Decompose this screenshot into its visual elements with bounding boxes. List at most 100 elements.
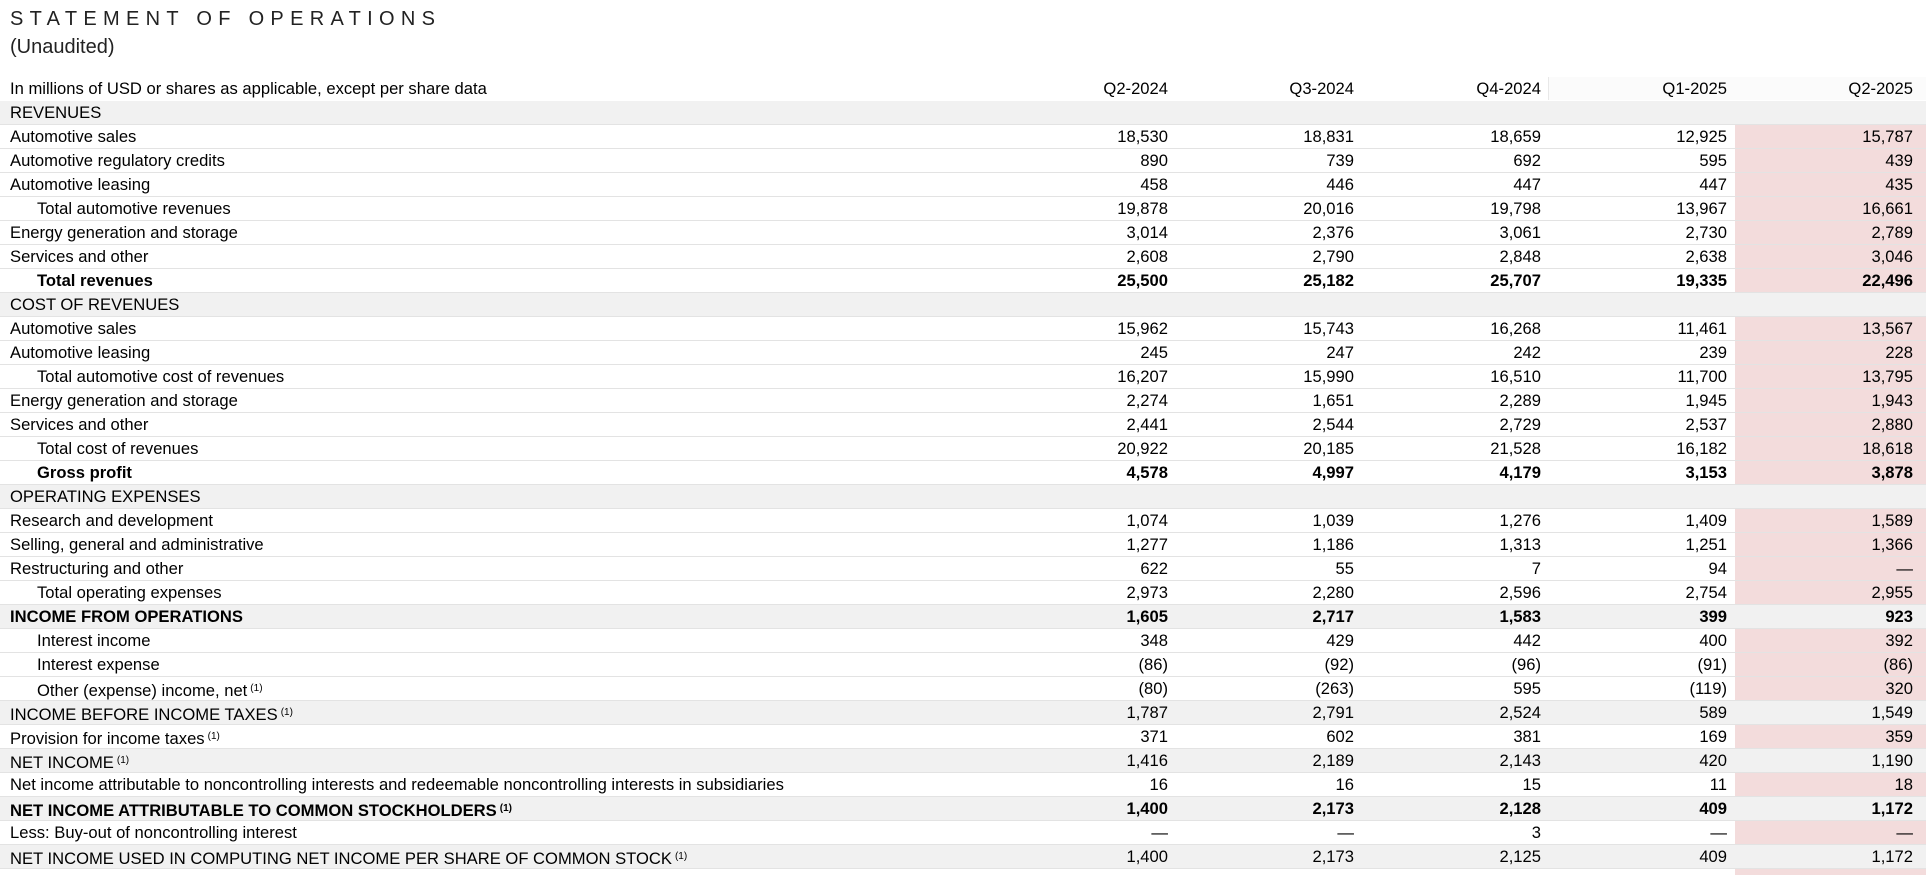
row-label: Automotive leasing [10, 341, 150, 364]
value-cell: 7 [1531, 559, 1541, 578]
row-label: REVENUES [10, 101, 101, 124]
row-label: INCOME BEFORE INCOME TAXES (1) [10, 701, 293, 726]
value-cell: 3,014 [1126, 223, 1168, 242]
value-cell: 2,791 [1312, 703, 1354, 722]
row-label-text: REVENUES [10, 103, 102, 122]
value-cell: 19,878 [1117, 199, 1168, 218]
row-label: Less: Buy-out of noncontrolling interest [10, 821, 297, 844]
value-cell: (119) [1689, 679, 1727, 698]
table-row: Services and other 2,441 2,544 2,729 2,537 2,… [0, 413, 1926, 437]
row-label-text: NET INCOME USED IN COMPUTING NET INCOME … [10, 849, 672, 868]
value-cell: 16,268 [1490, 319, 1541, 338]
row-label-text: Restructuring and other [10, 559, 184, 578]
value-cell: 1,074 [1126, 511, 1168, 530]
value-cell: 1,251 [1685, 535, 1727, 554]
footnote-marker: (1) [280, 707, 293, 718]
row-label: Restructuring and other [10, 557, 183, 580]
value-cell: 409 [1699, 799, 1727, 818]
value-cell: 55 [1335, 559, 1354, 578]
row-label: INCOME FROM OPERATIONS [10, 605, 243, 628]
value-cell: 16 [1335, 775, 1354, 794]
row-label: Net income attributable to noncontrollin… [10, 773, 784, 796]
row-label: Services and other [10, 413, 148, 436]
row-label-text: Total automotive revenues [37, 199, 231, 218]
page-title: STATEMENT OF OPERATIONS [10, 8, 442, 30]
table-row: Restructuring and other 622 55 7 94 — [0, 557, 1926, 581]
value-cell: 2,596 [1499, 583, 1541, 602]
value-cell: 15 [1522, 775, 1541, 794]
row-label-text: INCOME FROM OPERATIONS [10, 607, 243, 626]
row-label: Total automotive revenues [37, 197, 231, 220]
row-label-text: Less: Buy-out of noncontrolling interest [10, 823, 297, 842]
value-cell: 320 [1885, 679, 1913, 698]
value-cell: 2,848 [1499, 247, 1541, 266]
row-label: Selling, general and administrative [10, 533, 264, 556]
value-cell: 1,190 [1871, 751, 1913, 770]
value-cell: 458 [1140, 175, 1168, 194]
value-cell: 1,172 [1871, 847, 1913, 866]
row-label: COST OF REVENUES [10, 293, 179, 316]
column-header-q2-2024: Q2-2024 [1103, 79, 1168, 98]
value-cell: 409 [1699, 847, 1727, 866]
value-cell: 18,530 [1117, 127, 1168, 146]
row-label: Automotive regulatory credits [10, 149, 225, 172]
value-cell: 15,787 [1862, 127, 1913, 146]
value-cell: 739 [1326, 151, 1354, 170]
table-row: Other (expense) income, net (1) (80) (263) 5… [0, 677, 1926, 701]
table-row: Automotive leasing 458 446 447 447 435 [0, 173, 1926, 197]
row-label-text: Interest expense [37, 655, 160, 674]
value-cell: 16,661 [1862, 199, 1913, 218]
footnote-marker: (1) [116, 755, 130, 766]
value-cell: 2,789 [1871, 223, 1913, 242]
column-header-q4-2024: Q4-2024 [1476, 79, 1541, 98]
value-cell: 2,441 [1126, 415, 1168, 434]
value-cell: 4,997 [1312, 463, 1354, 482]
table-row: Total automotive revenues 19,878 20,016 19,… [0, 197, 1926, 221]
value-cell: 1,366 [1871, 535, 1913, 554]
value-cell: 2,376 [1312, 223, 1354, 242]
row-label-text: Services and other [10, 415, 149, 434]
value-cell: 2,730 [1685, 223, 1727, 242]
section-header-row: REVENUES [0, 101, 1926, 125]
row-label-text: Total automotive cost of revenues [37, 367, 285, 386]
value-cell: 13,795 [1862, 367, 1913, 386]
value-cell: 359 [1885, 727, 1913, 746]
table-row: Total cost of revenues 20,922 20,185 21,528… [0, 437, 1926, 461]
value-cell: 19,335 [1676, 271, 1727, 290]
value-cell: (92) [1324, 655, 1354, 674]
value-cell: 435 [1885, 175, 1913, 194]
row-label-text: COST OF REVENUES [10, 295, 180, 314]
table-row: Interest expense (86) (92) (96) (91) (86) [0, 653, 1926, 677]
value-cell: 399 [1699, 607, 1727, 626]
page-subtitle: (Unaudited) [10, 36, 115, 58]
value-cell: 381 [1513, 727, 1541, 746]
section-header-row: COST OF REVENUES [0, 293, 1926, 317]
value-cell: 2,173 [1312, 847, 1354, 866]
row-label: OPERATING EXPENSES [10, 485, 201, 508]
row-label-text: Automotive sales [10, 319, 137, 338]
table-row: Interest income 348 429 442 400 392 [0, 629, 1926, 653]
value-cell: 2,544 [1312, 415, 1354, 434]
value-cell: — [1896, 559, 1913, 578]
value-cell: 442 [1513, 631, 1541, 650]
table-row: NET INCOME ATTRIBUTABLE TO COMMON STOCKH… [0, 797, 1926, 821]
table-row: Energy generation and storage 2,274 1,651 2… [0, 389, 1926, 413]
value-cell: 13,567 [1862, 319, 1913, 338]
row-label-text: Services and other [10, 247, 149, 266]
value-cell: 3,061 [1499, 223, 1541, 242]
row-label-text: Total operating expenses [37, 583, 222, 602]
value-cell: 2,638 [1685, 247, 1727, 266]
section-header-row: OPERATING EXPENSES [0, 485, 1926, 509]
value-cell: 16,207 [1117, 367, 1168, 386]
row-label-text: Total revenues [37, 271, 153, 290]
column-header-q1-2025: Q1-2025 [1662, 79, 1727, 98]
value-cell: 2,274 [1126, 391, 1168, 410]
row-label: Interest income [37, 629, 150, 652]
value-cell: 1,400 [1126, 799, 1168, 818]
row-label: Automotive sales [10, 317, 136, 340]
column-divider [1548, 77, 1549, 100]
row-label-text: Research and development [10, 511, 213, 530]
row-label-text: OPERATING EXPENSES [10, 487, 201, 506]
value-cell: 2,524 [1499, 703, 1541, 722]
value-cell: 2,143 [1499, 751, 1541, 770]
